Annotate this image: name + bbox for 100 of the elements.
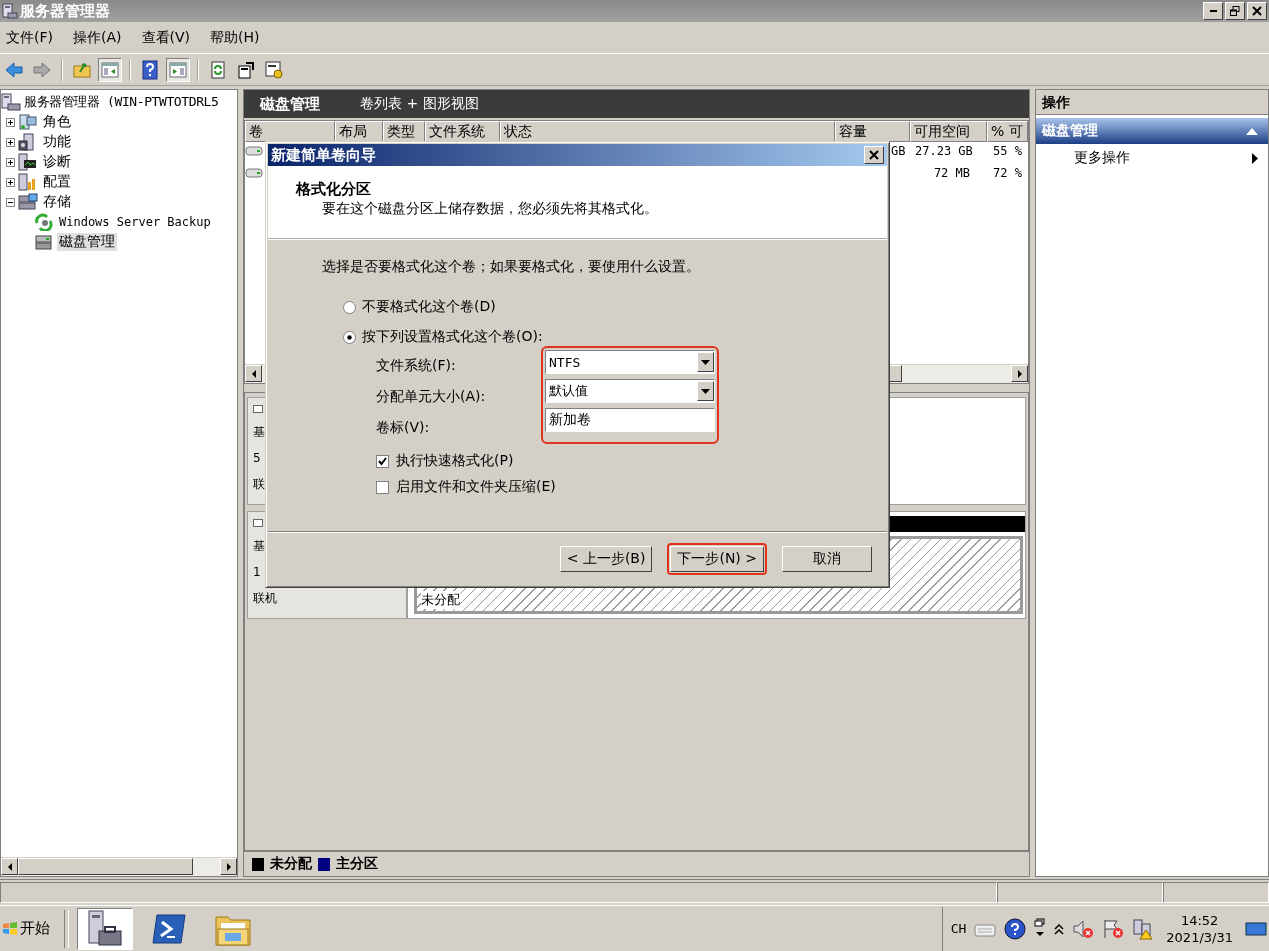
column-header[interactable]: 可用空间 — [910, 121, 987, 142]
checkbox[interactable] — [376, 454, 389, 468]
dropdown-arrow-icon — [701, 388, 710, 394]
restore-button[interactable] — [1225, 2, 1245, 20]
actions-section-header[interactable]: 磁盘管理 — [1036, 118, 1268, 144]
back-arrow-icon — [4, 59, 24, 80]
show-hidden-icons-icon[interactable] — [1054, 922, 1065, 935]
table-cell-text: 27.23 GB — [915, 144, 974, 158]
tree-item[interactable]: 功能 — [41, 133, 73, 151]
table-cell-text: 55 % — [992, 144, 1023, 158]
step-title: 格式化分区 — [296, 180, 372, 199]
server-toolbox-icon — [85, 908, 125, 949]
tree-item[interactable]: 存储 — [41, 193, 73, 211]
node-icon — [18, 193, 38, 211]
prompt-text: 选择是否要格式化这个卷；如果要格式化，要使用什么设置。 — [322, 258, 701, 276]
checkbox-label: 启用文件和文件夹压缩(E) — [396, 478, 556, 496]
pane-title: 磁盘管理 — [260, 94, 320, 114]
expand-icon[interactable] — [6, 137, 15, 147]
dropdown[interactable]: 默认值 — [545, 379, 715, 403]
dropdown-arrow-icon — [701, 359, 710, 365]
dialog-button[interactable]: < 上一步(B) — [559, 546, 653, 572]
field-label: 文件系统(F): — [376, 356, 457, 375]
pane-toggle-icon — [168, 59, 188, 80]
action-item[interactable]: 更多操作 — [1036, 144, 1268, 172]
disk-info-text: 5 — [253, 451, 261, 465]
tree-item[interactable]: Windows Server Backup — [57, 215, 213, 229]
dropdown[interactable]: NTFS — [545, 350, 715, 374]
step-description: 要在这个磁盘分区上储存数据，您必须先将其格式化。 — [321, 200, 659, 218]
tree-item[interactable]: 角色 — [41, 113, 73, 131]
radio-button[interactable] — [343, 330, 356, 344]
field-label: 分配单元大小(A): — [376, 387, 487, 406]
partition-label: 未分配 — [421, 591, 460, 609]
field-label: 卷标(V): — [376, 418, 431, 437]
table-cell-text: 72 % — [992, 166, 1023, 180]
expand-icon[interactable] — [6, 177, 15, 187]
scroll-thumb[interactable] — [18, 858, 193, 875]
help-icon — [140, 59, 160, 80]
left-arrow-icon — [250, 369, 257, 378]
forward-arrow-icon — [32, 59, 52, 80]
menu-item[interactable]: 帮助(H) — [210, 28, 260, 47]
right-arrow-icon — [225, 862, 232, 871]
clock[interactable]: 14:52 2021/3/31 — [1166, 911, 1233, 946]
node-icon — [18, 113, 38, 131]
properties-icon — [236, 59, 256, 80]
close-icon — [869, 150, 879, 160]
tree-item[interactable]: 诊断 — [41, 153, 73, 171]
horizontal-scrollbar[interactable] — [1, 857, 237, 876]
node-icon — [18, 153, 38, 171]
node-icon — [18, 173, 38, 191]
pane-toggle-button[interactable] — [166, 57, 190, 82]
dialog-button[interactable]: 下一步(N) > — [670, 546, 764, 572]
expand-icon[interactable] — [6, 157, 15, 167]
tree-item[interactable]: 配置 — [41, 173, 73, 191]
disk-info-text: 基 — [253, 539, 265, 553]
window-title: 服务器管理器 — [20, 1, 111, 21]
disk-info-text: 基 — [253, 425, 265, 439]
section-title: 磁盘管理 — [1042, 122, 1098, 140]
disk-info-text: 联机 — [253, 591, 277, 605]
disk-drive-icon — [34, 233, 54, 251]
close-icon — [1252, 6, 1262, 16]
taskbar-button[interactable] — [77, 907, 133, 950]
windows-logo-icon — [2, 920, 18, 937]
action-label: 更多操作 — [1074, 149, 1130, 167]
dialog-title: 新建简单卷向导 — [271, 145, 376, 165]
tree-item[interactable]: 服务器管理器 (WIN-PTWTOTDRL5 — [24, 93, 219, 111]
table-cell-text: GB — [891, 144, 907, 158]
radio-label: 不要格式化这个卷(D) — [362, 298, 496, 316]
disk-info-text: 联 — [253, 477, 265, 491]
network-warning-icon[interactable] — [1132, 917, 1155, 940]
checkbox-label: 执行快速格式化(P) — [396, 452, 514, 470]
radio-label: 按下列设置格式化这个卷(O): — [362, 328, 543, 346]
expand-icon[interactable] — [6, 117, 15, 127]
table-cell-text: 72 MB — [932, 166, 971, 180]
menu-item[interactable]: 操作(A) — [73, 28, 122, 47]
language-indicator[interactable]: CH — [950, 921, 967, 936]
submenu-arrow-icon — [1252, 152, 1258, 164]
radio-button[interactable] — [343, 300, 356, 314]
minimize-icon — [1209, 10, 1217, 12]
collapse-arrow-icon[interactable] — [1246, 127, 1258, 135]
pane-toggle-button[interactable] — [98, 57, 122, 82]
pane-toggle-icon — [100, 59, 120, 80]
right-arrow-icon — [1016, 369, 1023, 378]
server-icon — [2, 3, 18, 19]
close-button[interactable] — [1247, 2, 1267, 20]
clock-date: 2021/3/31 — [1166, 928, 1233, 946]
legend-label: 主分区 — [336, 855, 378, 873]
clock-time: 14:52 — [1180, 911, 1219, 929]
dialog-button[interactable]: 取消 — [782, 546, 872, 572]
column-header[interactable]: % 可 — [987, 121, 1028, 142]
close-button[interactable] — [864, 146, 884, 164]
minimize-button[interactable] — [1203, 2, 1223, 20]
collapse-icon[interactable] — [6, 197, 15, 207]
menu-item[interactable]: 查看(V) — [141, 28, 190, 47]
help-icon[interactable] — [1004, 917, 1027, 940]
flag-error-icon[interactable] — [1102, 917, 1125, 940]
menu-item[interactable]: 文件(F) — [6, 28, 53, 47]
input-field[interactable]: 新加卷 — [545, 408, 715, 432]
show-desktop-icon[interactable] — [1245, 919, 1267, 938]
tree-item[interactable]: 磁盘管理 — [57, 233, 117, 251]
checkbox[interactable] — [376, 480, 389, 494]
